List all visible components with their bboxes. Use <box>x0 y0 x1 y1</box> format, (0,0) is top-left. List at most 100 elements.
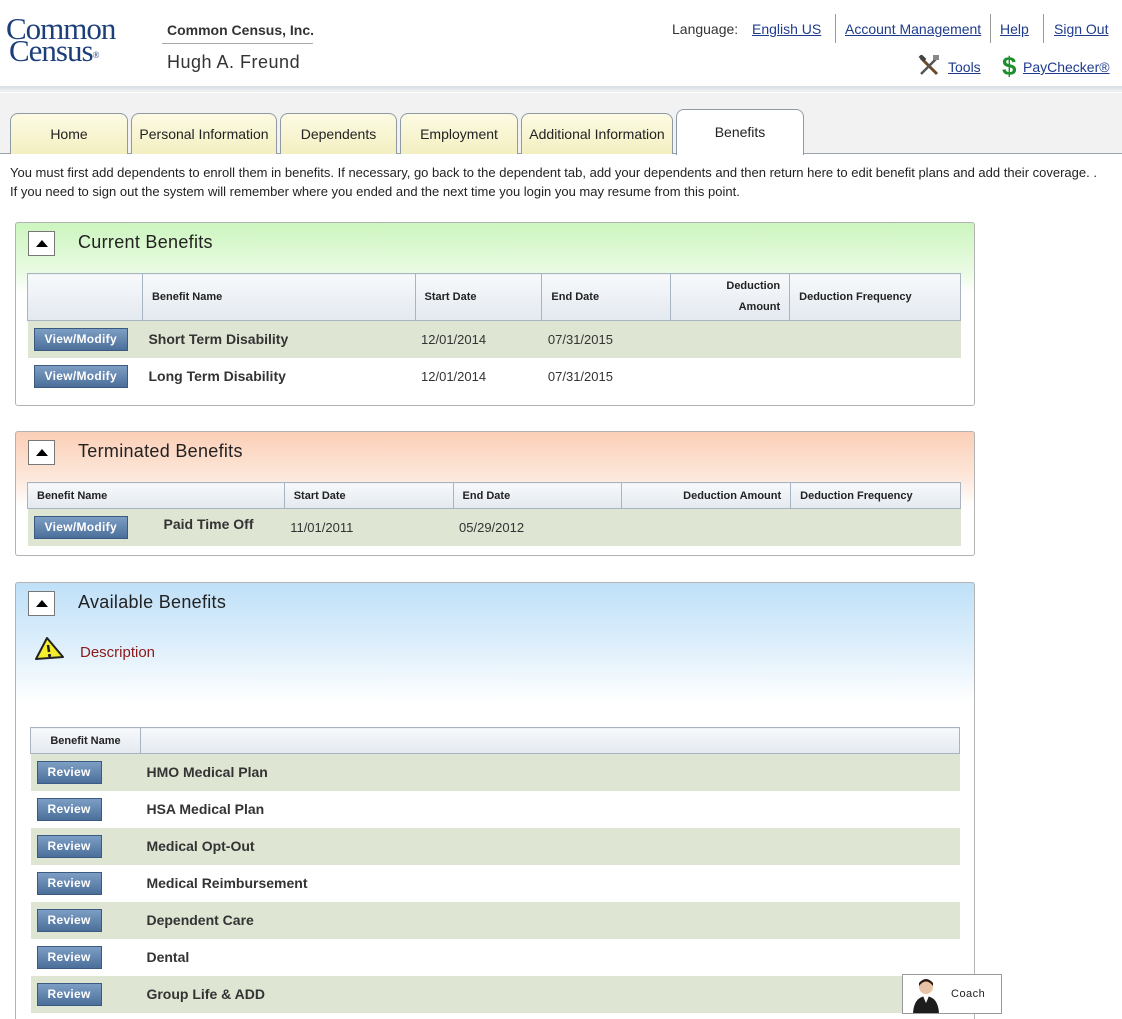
terminated-benefits-table: Benefit Name Start Date End Date Deducti… <box>27 482 961 546</box>
account-management-link[interactable]: Account Management <box>845 21 981 37</box>
table-header-row: Benefit Name <box>30 727 961 754</box>
column-header: Deduction Frequency <box>790 482 961 509</box>
language-label: Language: <box>672 21 739 37</box>
intro-line: You must first add dependents to enroll … <box>10 165 1097 180</box>
column-header <box>27 273 143 321</box>
current-benefits-table: Benefit Name Start Date End Date Deducti… <box>27 273 961 395</box>
column-header: End Date <box>541 273 672 321</box>
benefit-name: Short Term Disability <box>142 320 416 358</box>
column-header: Deduction Frequency <box>789 273 961 321</box>
current-benefits-panel: Current Benefits Benefit Name Start Date… <box>15 222 975 406</box>
column-header: Deduction Amount <box>621 482 792 509</box>
tab-additional-information[interactable]: Additional Information <box>521 113 673 154</box>
coach-avatar <box>913 979 939 1013</box>
table-row: Review Medical Opt-Out <box>30 827 960 865</box>
terminated-benefits-panel: Terminated Benefits Benefit Name Start D… <box>15 431 975 556</box>
benefit-name: Group Life & ADD <box>140 975 960 1013</box>
benefit-name: Long Term Disability <box>148 368 286 384</box>
benefit-name: Dependent Care <box>140 901 960 939</box>
coach-button[interactable]: Coach <box>902 974 1002 1014</box>
tab-benefits[interactable]: Benefits <box>676 109 804 155</box>
divider <box>835 14 836 43</box>
view-modify-button[interactable]: View/Modify <box>33 515 128 539</box>
benefit-name: HMO Medical Plan <box>140 753 960 791</box>
company-logo: Common Census® <box>6 13 116 66</box>
table-row: View/Modify Paid Time Off 11/01/2011 05/… <box>27 508 961 546</box>
column-header: Benefit Name <box>27 482 285 509</box>
deduction-frequency <box>789 320 961 358</box>
tab-dependents[interactable]: Dependents <box>280 113 397 154</box>
coach-label: Coach <box>951 988 986 1000</box>
table-row: Review Dental <box>31 939 960 976</box>
review-button[interactable]: Review <box>36 797 102 821</box>
warning-icon <box>35 637 64 660</box>
table-row: View/Modify Short Term Disability 12/01/… <box>27 320 961 358</box>
review-button[interactable]: Review <box>36 760 102 784</box>
page-header: Common Census® Common Census, Inc. Hugh … <box>0 0 1122 92</box>
deduction-frequency <box>790 508 961 546</box>
deduction-amount <box>670 320 790 358</box>
benefit-name: Paid Time Off <box>163 516 254 532</box>
table-header-row: Benefit Name Start Date End Date Deducti… <box>27 273 961 321</box>
end-date: 05/29/2012 <box>453 508 622 546</box>
description-link[interactable]: Description <box>80 644 155 661</box>
end-date: 07/31/2015 <box>541 320 671 358</box>
deduction-frequency <box>790 358 961 395</box>
table-row: Review Group Life & ADD <box>30 975 960 1013</box>
panel-title: Current Benefits <box>78 232 213 252</box>
start-date: 11/01/2011 <box>284 508 454 546</box>
header-divider <box>0 86 1122 92</box>
deduction-amount <box>621 508 791 546</box>
collapse-button[interactable] <box>28 231 55 256</box>
sign-out-link[interactable]: Sign Out <box>1054 21 1108 37</box>
review-button[interactable]: Review <box>36 982 102 1006</box>
review-button[interactable]: Review <box>36 834 102 858</box>
collapse-button[interactable] <box>28 440 55 465</box>
language-link[interactable]: English US <box>752 21 821 37</box>
company-name: Common Census, Inc. <box>167 22 315 38</box>
start-date: 12/01/2014 <box>415 320 542 358</box>
help-link[interactable]: Help <box>1000 21 1029 37</box>
main-tabs: Home Personal Information Dependents Emp… <box>0 93 1122 155</box>
start-date: 12/01/2014 <box>421 368 487 384</box>
intro-text: You must first add dependents to enroll … <box>10 163 1120 201</box>
company-divider <box>162 43 313 44</box>
column-header: Start Date <box>283 482 454 509</box>
tools-link[interactable]: Tools <box>948 59 981 75</box>
table-row: Review Medical Reimbursement <box>31 865 960 902</box>
panel-title: Available Benefits <box>78 592 227 612</box>
deduction-amount <box>671 358 790 395</box>
logo-line2: Census <box>9 33 94 68</box>
dollar-icon[interactable]: $ <box>1002 52 1016 80</box>
review-button[interactable]: Review <box>36 908 102 932</box>
column-header: Deduction Amount <box>670 273 791 321</box>
intro-line: If you need to sign out the system will … <box>10 184 740 199</box>
tab-employment[interactable]: Employment <box>400 113 518 154</box>
benefit-name: HSA Medical Plan <box>146 801 265 817</box>
benefit-name: Dental <box>146 949 190 965</box>
tab-personal-information[interactable]: Personal Information <box>131 113 277 154</box>
collapse-button[interactable] <box>28 591 55 616</box>
review-button[interactable]: Review <box>36 871 102 895</box>
paychecker-link[interactable]: PayChecker® <box>1023 59 1110 75</box>
view-modify-button[interactable]: View/Modify <box>33 364 128 388</box>
table-row: View/Modify Long Term Disability 12/01/2… <box>28 358 961 395</box>
benefit-name: Medical Opt-Out <box>140 827 960 865</box>
logo-mark: ® <box>92 50 100 60</box>
column-header: Benefit Name <box>141 273 416 321</box>
divider <box>1043 14 1044 43</box>
column-header: Start Date <box>414 273 543 321</box>
available-benefits-panel: Available Benefits Description Benefit N… <box>15 582 975 1019</box>
view-modify-button[interactable]: View/Modify <box>33 327 128 351</box>
review-button[interactable]: Review <box>36 945 102 969</box>
column-header <box>139 727 961 754</box>
tools-icon[interactable] <box>918 55 940 77</box>
end-date: 07/31/2015 <box>547 368 613 384</box>
available-benefits-table: Benefit Name Review HMO Medical Plan Rev… <box>30 727 961 1013</box>
tab-home[interactable]: Home <box>10 113 128 154</box>
table-header-row: Benefit Name Start Date End Date Deducti… <box>27 482 961 509</box>
column-header: End Date <box>452 482 623 509</box>
column-header: Benefit Name <box>30 727 141 754</box>
table-row: Review HSA Medical Plan <box>31 791 960 828</box>
table-row: Review Dependent Care <box>30 901 960 939</box>
